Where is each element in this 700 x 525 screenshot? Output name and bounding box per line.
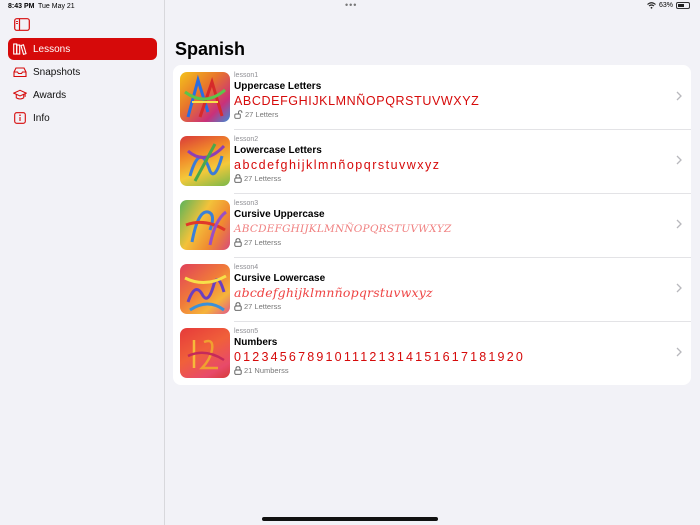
lesson-letters: ABCDEFGHIJKLMNÑOPQRSTUVWXYZ	[234, 223, 452, 235]
sidebar-item-label: Info	[33, 112, 50, 124]
lesson-body: lesson2 Lowercase Letters abcdefghijklmn…	[234, 129, 691, 193]
lock-icon	[234, 366, 242, 375]
status-date: Tue May 21	[38, 3, 75, 10]
lesson-row-3[interactable]: lesson3 Cursive Uppercase ABCDEFGHIJKLMN…	[173, 193, 691, 257]
lesson-letters: 01234567891011121314151617181920	[234, 350, 526, 364]
sidebar-item-label: Snapshots	[33, 66, 81, 78]
lesson-list: lesson1 Uppercase Letters ABCDEFGHIJKLMN…	[173, 65, 691, 385]
sidebar-item-awards[interactable]: Awards	[8, 84, 157, 106]
lesson-id: lesson3	[234, 200, 259, 207]
lesson-title: Numbers	[234, 337, 278, 348]
unlocked-icon	[234, 110, 243, 119]
lesson-body: lesson1 Uppercase Letters ABCDEFGHIJKLMN…	[234, 65, 691, 129]
status-right: 63%	[647, 2, 690, 9]
info-icon	[13, 111, 27, 125]
lesson-letters: abcdefghijklmnñopqrstuvwxyz	[234, 158, 441, 172]
sidebar-list: Lessons Snapshots Awards Info	[8, 38, 157, 130]
lesson-count: 27 Letterss	[244, 174, 282, 183]
lesson-letters: abcdefghijklmnñopqrstuvwxyz	[234, 285, 433, 300]
lesson-meta: 27 Letters	[234, 109, 691, 120]
lesson-meta: 27 Letterss	[234, 173, 691, 184]
lesson-meta: 27 Letterss	[234, 301, 691, 312]
lesson-title: Uppercase Letters	[234, 81, 322, 92]
battery-icon	[676, 2, 690, 9]
graduation-cap-icon	[13, 88, 27, 102]
lesson-count: 27 Letterss	[244, 302, 282, 311]
lesson-thumbnail	[180, 200, 230, 250]
lesson-title: Cursive Uppercase	[234, 209, 325, 220]
page-title: Spanish	[175, 39, 246, 59]
lesson-title: Cursive Lowercase	[234, 273, 326, 284]
tray-icon	[13, 65, 27, 79]
lock-icon	[234, 238, 242, 247]
lesson-count: 21 Numberss	[244, 366, 289, 375]
lesson-id: lesson4	[234, 264, 259, 271]
lesson-row-2[interactable]: lesson2 Lowercase Letters abcdefghijklmn…	[173, 129, 691, 193]
sidebar-item-label: Awards	[33, 89, 67, 101]
sidebar-item-info[interactable]: Info	[8, 107, 157, 129]
main-content: Spanish lesson1 Uppercase Letters ABCDEF…	[166, 0, 700, 525]
lesson-body: lesson4 Cursive Lowercase abcdefghijklmn…	[234, 257, 691, 321]
books-icon	[13, 42, 27, 56]
home-indicator[interactable]	[262, 517, 438, 521]
lesson-count: 27 Letters	[245, 110, 279, 119]
chevron-right-icon	[676, 155, 682, 165]
lesson-thumbnail	[180, 136, 230, 186]
chevron-right-icon	[676, 91, 682, 101]
lesson-row-1[interactable]: lesson1 Uppercase Letters ABCDEFGHIJKLMN…	[173, 65, 691, 129]
lesson-body: lesson5 Numbers 012345678910111213141516…	[234, 321, 691, 385]
sidebar-item-lessons[interactable]: Lessons	[8, 38, 157, 60]
sidebar: Lessons Snapshots Awards Info	[0, 0, 165, 525]
lock-icon	[234, 174, 242, 183]
sidebar-item-label: Lessons	[33, 43, 71, 55]
battery-percent: 63%	[658, 2, 673, 9]
status-bar: 8:43 PM Tue May 21 ••• 63%	[0, 0, 700, 14]
lesson-id: lesson2	[234, 136, 259, 143]
lesson-title: Lowercase Letters	[234, 145, 322, 156]
chevron-right-icon	[676, 347, 682, 357]
chevron-right-icon	[676, 283, 682, 293]
lesson-id: lesson5	[234, 328, 259, 335]
sidebar-toggle-icon[interactable]	[14, 18, 30, 31]
lesson-count: 27 Letterss	[244, 238, 282, 247]
lesson-row-4[interactable]: lesson4 Cursive Lowercase abcdefghijklmn…	[173, 257, 691, 321]
sidebar-item-snapshots[interactable]: Snapshots	[8, 61, 157, 83]
multitasking-dots[interactable]: •••	[345, 0, 357, 10]
lesson-thumbnail	[180, 328, 230, 378]
lesson-id: lesson1	[234, 72, 259, 79]
lock-icon	[234, 302, 242, 311]
lesson-meta: 21 Numberss	[234, 365, 691, 376]
lesson-body: lesson3 Cursive Uppercase ABCDEFGHIJKLMN…	[234, 193, 691, 257]
status-time: 8:43 PM	[8, 3, 35, 10]
lesson-thumbnail	[180, 264, 230, 314]
lesson-meta: 27 Letterss	[234, 237, 691, 248]
chevron-right-icon	[676, 219, 682, 229]
lesson-row-5[interactable]: lesson5 Numbers 012345678910111213141516…	[173, 321, 691, 385]
wifi-icon	[647, 2, 656, 9]
lesson-letters: ABCDEFGHIJKLMNÑOPQRSTUVWXYZ	[234, 94, 480, 108]
lesson-thumbnail	[180, 72, 230, 122]
